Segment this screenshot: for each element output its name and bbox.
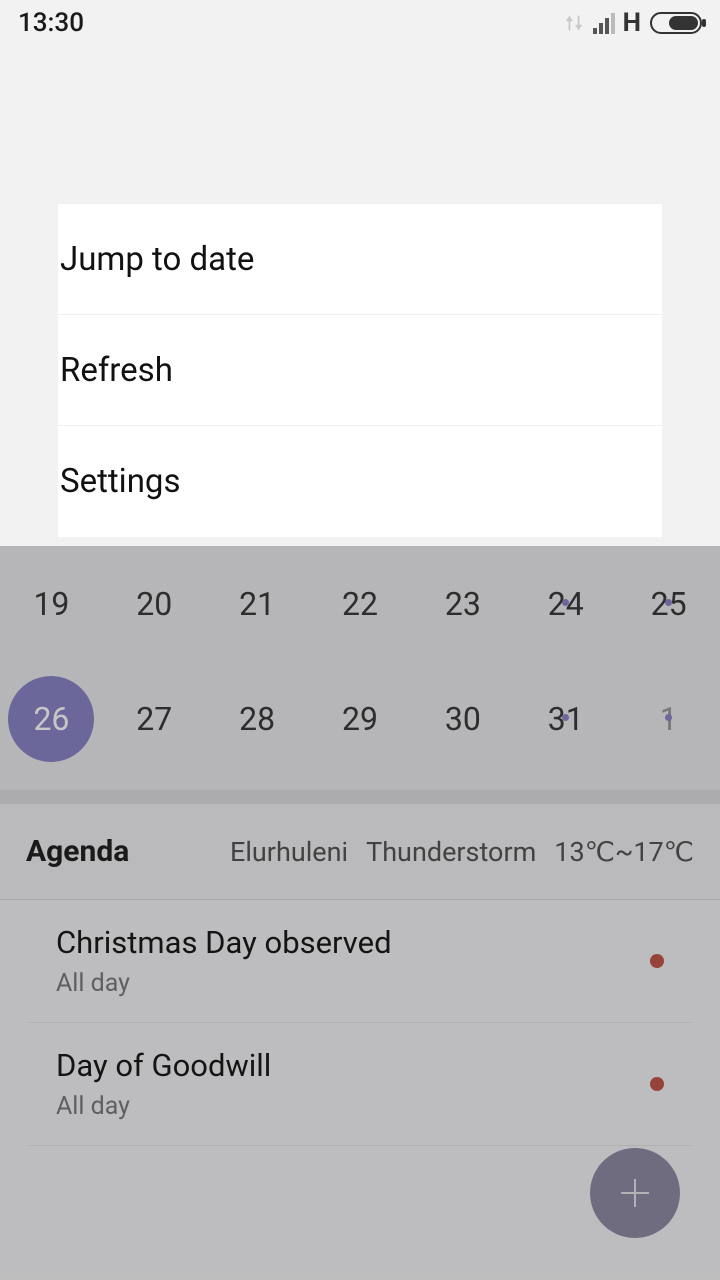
calendar-day[interactable]: 20	[103, 585, 206, 623]
weather-temp: 13℃~17℃	[554, 836, 694, 868]
calendar-day-number: 27	[136, 700, 172, 738]
menu-item-label: Jump to date	[60, 240, 254, 279]
agenda-item-subtitle: All day	[56, 1092, 271, 1121]
calendar-day[interactable]: 29	[309, 700, 412, 738]
calendar-day-number: 19	[33, 585, 69, 623]
calendar-day-selected[interactable]: 26	[0, 700, 103, 738]
calendar-day[interactable]: 28	[206, 700, 309, 738]
event-dot-icon	[562, 714, 569, 721]
signal-icon	[593, 12, 615, 34]
calendar-grid[interactable]: 19 20 21 22 23 2425 26 27 28 29 30 311	[0, 546, 720, 790]
calendar-day[interactable]: 23	[411, 585, 514, 623]
overflow-menu: Jump to date Refresh Settings	[58, 203, 662, 537]
calendar-day[interactable]: 25	[617, 585, 720, 623]
weather-summary[interactable]: Elurhuleni Thunderstorm 13℃~17℃	[230, 836, 694, 868]
weather-location: Elurhuleni	[230, 836, 348, 868]
calendar-day[interactable]: 22	[309, 585, 412, 623]
calendar-day[interactable]: 31	[514, 700, 617, 738]
calendar-day[interactable]: 1	[617, 700, 720, 738]
event-dot-icon	[562, 599, 569, 606]
battery-icon	[650, 12, 702, 34]
data-arrows-icon	[563, 12, 585, 34]
calendar-day[interactable]: 21	[206, 585, 309, 623]
calendar-color-dot-icon	[650, 954, 664, 968]
calendar-day-number: 26	[33, 700, 69, 738]
status-time: 13:30	[18, 8, 84, 38]
calendar-day[interactable]: 19	[0, 585, 103, 623]
event-dot-icon	[665, 599, 672, 606]
calendar-day-number: 22	[342, 585, 378, 623]
menu-item-label: Refresh	[60, 351, 173, 390]
calendar-divider	[0, 790, 720, 804]
agenda-item[interactable]: Christmas Day observed All day	[28, 900, 692, 1023]
menu-item-label: Settings	[60, 462, 181, 501]
agenda-item-subtitle: All day	[56, 969, 392, 998]
add-event-button[interactable]	[590, 1148, 680, 1238]
calendar-day-number: 29	[342, 700, 378, 738]
calendar-day-number: 23	[445, 585, 481, 623]
calendar-day-number: 28	[239, 700, 275, 738]
plus-icon	[615, 1173, 655, 1213]
calendar-day-number: 20	[136, 585, 172, 623]
calendar-day[interactable]: 30	[411, 700, 514, 738]
menu-item-jump-to-date[interactable]: Jump to date	[58, 204, 662, 315]
agenda-header: Agenda Elurhuleni Thunderstorm 13℃~17℃	[0, 804, 720, 900]
agenda-item-title: Christmas Day observed	[56, 924, 392, 961]
weather-condition: Thunderstorm	[366, 836, 536, 868]
calendar-day[interactable]: 27	[103, 700, 206, 738]
menu-item-refresh[interactable]: Refresh	[58, 315, 662, 426]
network-type: H	[623, 8, 642, 38]
agenda-item-title: Day of Goodwill	[56, 1047, 271, 1084]
status-right: H	[563, 8, 702, 38]
calendar-day-number: 30	[445, 700, 481, 738]
event-dot-icon	[665, 714, 672, 721]
agenda-item[interactable]: Day of Goodwill All day	[28, 1023, 692, 1146]
agenda-title: Agenda	[26, 834, 129, 869]
menu-item-settings[interactable]: Settings	[58, 426, 662, 537]
calendar-color-dot-icon	[650, 1077, 664, 1091]
status-bar: 13:30 H	[0, 0, 720, 46]
calendar-day[interactable]: 24	[514, 585, 617, 623]
calendar-day-number: 21	[239, 585, 275, 623]
